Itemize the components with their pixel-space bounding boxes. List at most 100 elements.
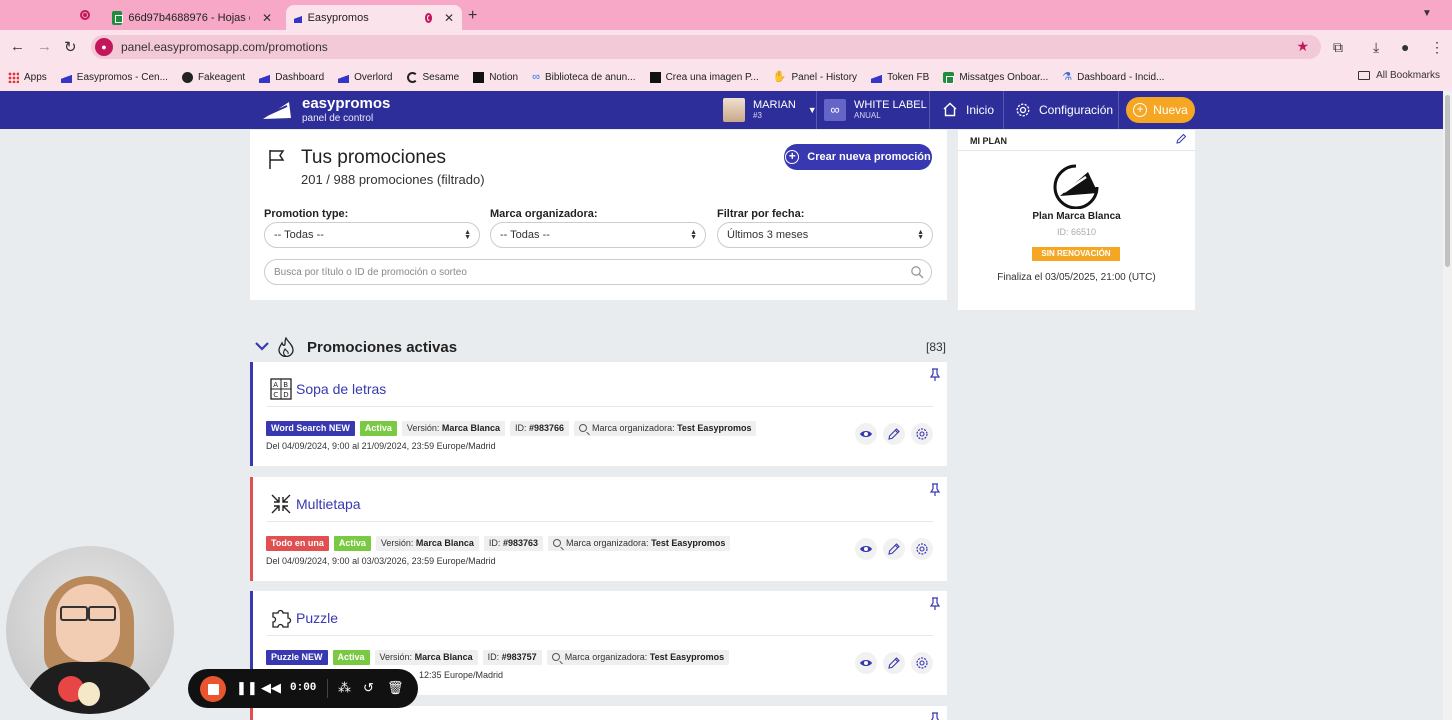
bookmark-apps[interactable]: Apps (8, 72, 47, 83)
bookmark-label: Crea una imagen P... (665, 72, 759, 83)
pin-icon[interactable] (930, 483, 940, 497)
page-scrollbar[interactable] (1443, 91, 1452, 720)
edit-button[interactable] (883, 652, 905, 674)
download-icon[interactable]: ⤓ (1373, 39, 1379, 56)
edit-button[interactable] (883, 538, 905, 560)
bookmark-dashboard-incid[interactable]: ⚗ Dashboard - Incid... (1062, 72, 1164, 84)
promotion-title[interactable]: Puzzle (296, 610, 338, 626)
bookmark-dashboard[interactable]: Dashboard (259, 72, 324, 83)
close-icon[interactable]: ✕ (262, 11, 272, 25)
browser-tab-easypromos[interactable]: Easypromos ✕ (286, 5, 462, 30)
grid-icon[interactable]: ⁂ (338, 680, 351, 696)
promotion-type-value: -- Todas -- (274, 229, 324, 241)
svg-text:D: D (283, 391, 288, 399)
pin-icon[interactable] (930, 368, 940, 382)
brand[interactable]: easypromos panel de control (302, 95, 390, 124)
id-chip: ID: #983757 (482, 650, 542, 665)
preview-button[interactable] (855, 652, 877, 674)
promotion-title[interactable]: Sopa de letras (296, 381, 386, 397)
nav-home[interactable]: Inicio (942, 102, 994, 117)
plan-label: WHITE LABEL (854, 99, 927, 111)
pause-icon[interactable]: ❚❚ (236, 680, 258, 696)
fakeagent-icon (181, 72, 193, 83)
settings-button[interactable] (911, 538, 933, 560)
forward-icon[interactable]: → (37, 38, 52, 55)
browser-tab-sheets[interactable]: 66d97b4688976 - Hojas de c ✕ (104, 5, 280, 30)
search-input[interactable]: Busca por título o ID de promoción o sor… (264, 259, 932, 285)
address-bar[interactable]: ● panel.easypromosapp.com/promotions ★ (91, 35, 1321, 59)
white-label-plan[interactable]: ∞ WHITE LABEL ANUAL (824, 99, 927, 121)
my-plan-heading: MI PLAN (970, 136, 1007, 146)
nav-configuration[interactable]: Configuración (1015, 102, 1113, 118)
chevron-down-icon[interactable]: ▼ (1422, 8, 1438, 22)
bookmark-notion[interactable]: Notion (473, 72, 518, 83)
select-arrows-icon: ▲ ▼ (464, 229, 471, 241)
edit-pencil-icon[interactable] (1175, 133, 1187, 145)
bookmark-missatges[interactable]: Missatges Onboar... (943, 72, 1048, 84)
menu-icon[interactable]: ⋮ (1430, 39, 1444, 56)
promotion-type-select[interactable]: -- Todas -- ▲ ▼ (264, 222, 480, 248)
new-tab-icon[interactable]: + (468, 7, 477, 25)
brand-select[interactable]: -- Todas -- ▲ ▼ (490, 222, 706, 248)
promotion-card[interactable]: A B C D Sopa de letras Word Search NEW A… (250, 362, 947, 466)
my-plan-card: MI PLAN Plan Marca Blanca ID: 66510 SIN … (958, 130, 1195, 310)
brand-name: easypromos (302, 95, 391, 112)
promotion-card[interactable]: Multietapa Todo en una Activa Versión: M… (250, 477, 947, 581)
my-plan-header: MI PLAN (958, 130, 1195, 151)
new-button-label: Nueva (1153, 103, 1188, 117)
bookmark-panel-history[interactable]: ✋ Panel - History (773, 72, 858, 84)
version-label: Versión: (406, 423, 440, 433)
brand-label: Marca organizadora: (490, 208, 598, 220)
create-promotion-button[interactable]: + Crear nueva promoción (784, 144, 932, 170)
version-chip: Versión: Marca Blanca (401, 421, 505, 436)
search-icon[interactable] (910, 265, 924, 279)
site-info-icon[interactable]: ● (95, 38, 113, 56)
bookmark-label: Panel - History (791, 72, 858, 83)
preview-button[interactable] (855, 538, 877, 560)
version-value: Marca Blanca (414, 652, 473, 662)
scrollbar-thumb[interactable] (1445, 95, 1450, 267)
pin-icon[interactable] (930, 712, 940, 720)
easypromos-icon (294, 12, 302, 23)
user-menu[interactable]: MARIAN #3 ▼ (723, 98, 817, 122)
rewind-icon[interactable]: ◀◀ (261, 680, 281, 696)
url-text: panel.easypromosapp.com/promotions (121, 40, 328, 54)
trash-icon[interactable]: 🗑 (387, 680, 404, 696)
pin-icon[interactable] (930, 597, 940, 611)
collapse-chevron-icon[interactable] (254, 339, 270, 353)
new-promotion-button[interactable]: + Nueva (1126, 97, 1195, 123)
gear-icon (916, 428, 928, 440)
close-icon[interactable]: ✕ (444, 11, 454, 25)
settings-button[interactable] (911, 652, 933, 674)
bookmark-easypromos-center[interactable]: Easypromos - Cen... (60, 72, 168, 83)
back-icon[interactable]: ← (10, 38, 25, 55)
promotion-title[interactable]: Multietapa (296, 496, 361, 512)
webcam-bubble[interactable] (6, 546, 174, 714)
recording-icon (424, 12, 432, 23)
preview-button[interactable] (855, 423, 877, 445)
all-bookmarks[interactable]: All Bookmarks (1358, 70, 1440, 81)
stop-recording-button[interactable] (200, 676, 226, 702)
easypromos-logo-icon[interactable] (262, 99, 292, 121)
date-filter-select[interactable]: Últimos 3 meses ▲ ▼ (717, 222, 933, 248)
id-label: ID: (488, 538, 501, 548)
bookmark-fakeagent[interactable]: Fakeagent (181, 72, 245, 83)
brand-chip: Marca organizadora: Test Easypromos (546, 650, 730, 665)
edit-button[interactable] (883, 423, 905, 445)
version-value: Marca Blanca (441, 423, 500, 433)
bookmark-sesame[interactable]: Sesame (406, 72, 459, 83)
restart-icon[interactable]: ↺ (363, 680, 374, 696)
sesame-icon (406, 72, 418, 83)
bookmark-crea-imagen[interactable]: Crea una imagen P... (649, 72, 759, 83)
bookmark-overlord[interactable]: Overlord (338, 72, 393, 83)
profile-icon[interactable]: ● (1401, 39, 1409, 55)
bookmark-token-fb[interactable]: Token FB (871, 72, 929, 83)
settings-button[interactable] (911, 423, 933, 445)
promotion-dates: Del 04/09/2024, 9:00 al 21/09/2024, 23:5… (266, 441, 496, 451)
eye-icon (860, 660, 872, 666)
promotion-card[interactable] (250, 706, 947, 720)
bookmark-biblioteca[interactable]: ∞ Biblioteca de anun... (532, 72, 635, 84)
reload-icon[interactable]: ↻ (64, 38, 77, 56)
extensions-icon[interactable]: ⧉ (1333, 39, 1343, 56)
bookmark-star-icon[interactable]: ★ (1296, 38, 1309, 55)
